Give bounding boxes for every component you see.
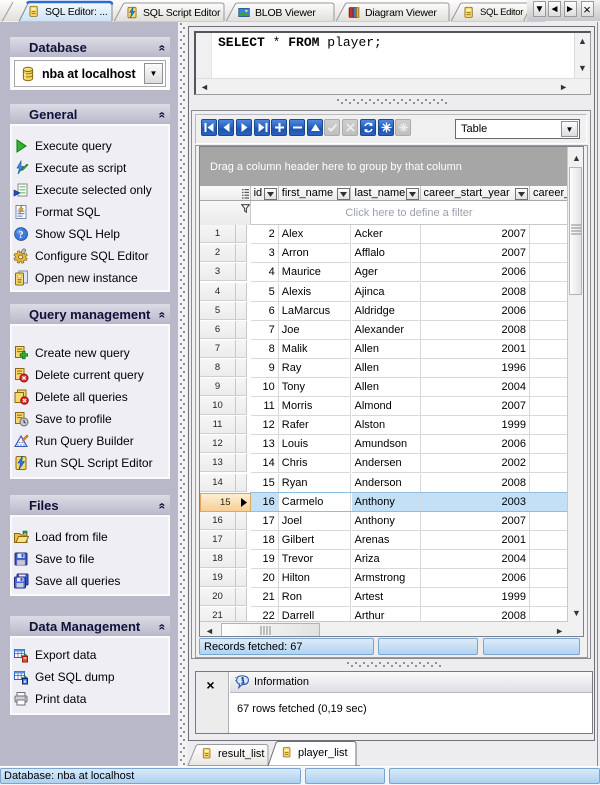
svg-text:?: ? <box>18 230 23 241</box>
